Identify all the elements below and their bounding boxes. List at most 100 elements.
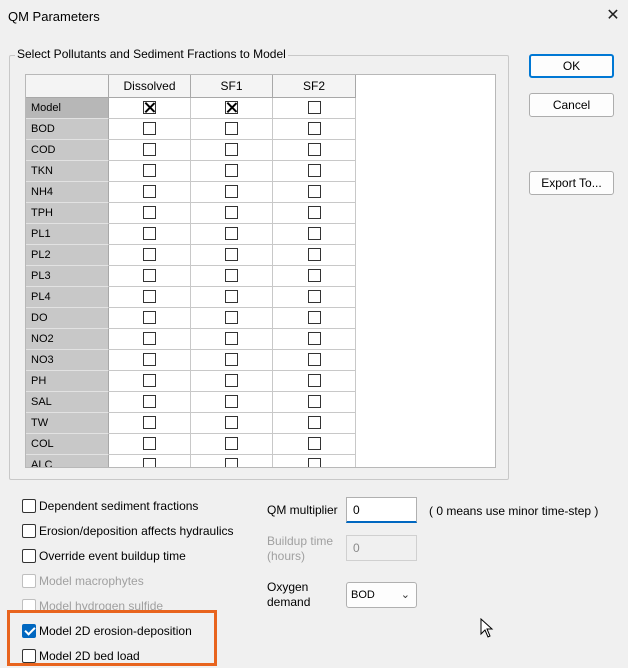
table-row: PH bbox=[26, 371, 495, 392]
grid-checkbox[interactable] bbox=[225, 311, 238, 324]
grid-checkbox[interactable] bbox=[225, 353, 238, 366]
grid-checkbox[interactable] bbox=[308, 143, 321, 156]
grid-checkbox[interactable] bbox=[308, 248, 321, 261]
checkbox-box[interactable] bbox=[22, 549, 36, 563]
checkbox-box[interactable] bbox=[22, 524, 36, 538]
grid-cell bbox=[191, 245, 273, 266]
qm-multiplier-input[interactable]: 0 bbox=[346, 497, 417, 523]
row-header[interactable]: DO bbox=[26, 308, 109, 329]
oxygen-demand-select[interactable]: BOD ⌄ bbox=[346, 582, 417, 608]
export-to-button[interactable]: Export To... bbox=[529, 171, 614, 195]
grid-checkbox[interactable] bbox=[143, 311, 156, 324]
grid-checkbox[interactable] bbox=[225, 227, 238, 240]
grid-checkbox[interactable] bbox=[225, 269, 238, 282]
grid-checkbox[interactable] bbox=[225, 122, 238, 135]
checkbox-box[interactable] bbox=[22, 499, 36, 513]
row-header[interactable]: SAL bbox=[26, 392, 109, 413]
grid-checkbox[interactable] bbox=[308, 185, 321, 198]
grid-checkbox[interactable] bbox=[143, 227, 156, 240]
grid-checkbox[interactable] bbox=[143, 437, 156, 450]
cancel-button[interactable]: Cancel bbox=[529, 93, 614, 117]
grid-checkbox[interactable] bbox=[308, 206, 321, 219]
grid-checkbox[interactable] bbox=[225, 290, 238, 303]
grid-checkbox[interactable] bbox=[308, 416, 321, 429]
buildup-time-input[interactable]: 0 bbox=[346, 535, 417, 561]
grid-checkbox[interactable] bbox=[225, 374, 238, 387]
grid-checkbox[interactable] bbox=[308, 269, 321, 282]
grid-checkbox[interactable] bbox=[225, 458, 238, 467]
grid-checkbox[interactable] bbox=[143, 374, 156, 387]
grid-checkbox[interactable] bbox=[308, 311, 321, 324]
row-header[interactable]: NO3 bbox=[26, 350, 109, 371]
grid-cell bbox=[109, 392, 191, 413]
grid-checkbox[interactable] bbox=[225, 248, 238, 261]
grid-checkbox[interactable] bbox=[143, 143, 156, 156]
option-checkbox[interactable]: Dependent sediment fractions bbox=[22, 497, 252, 515]
grid-cell bbox=[109, 224, 191, 245]
grid-checkbox[interactable] bbox=[225, 143, 238, 156]
grid-checkbox[interactable] bbox=[308, 332, 321, 345]
option-label: Override event buildup time bbox=[39, 549, 186, 563]
row-header[interactable]: PL3 bbox=[26, 266, 109, 287]
close-icon[interactable]: ✕ bbox=[600, 4, 626, 28]
grid-checkbox[interactable] bbox=[308, 395, 321, 408]
row-header[interactable]: TW bbox=[26, 413, 109, 434]
grid-checkbox[interactable] bbox=[308, 374, 321, 387]
row-header[interactable]: PL2 bbox=[26, 245, 109, 266]
row-header[interactable]: TKN bbox=[26, 161, 109, 182]
grid-checkbox[interactable] bbox=[143, 185, 156, 198]
row-header[interactable]: Model bbox=[26, 98, 109, 119]
grid-checkbox[interactable] bbox=[143, 269, 156, 282]
option-checkbox[interactable]: Erosion/deposition affects hydraulics bbox=[22, 522, 252, 540]
grid-cell bbox=[273, 392, 356, 413]
grid-checkbox[interactable] bbox=[143, 206, 156, 219]
grid-checkbox[interactable] bbox=[143, 101, 156, 114]
row-header[interactable]: COL bbox=[26, 434, 109, 455]
grid-cell bbox=[109, 308, 191, 329]
grid-checkbox[interactable] bbox=[308, 227, 321, 240]
checkbox-box[interactable] bbox=[22, 574, 36, 588]
grid-checkbox[interactable] bbox=[308, 290, 321, 303]
grid-checkbox[interactable] bbox=[143, 248, 156, 261]
grid-checkbox[interactable] bbox=[225, 206, 238, 219]
grid-checkbox[interactable] bbox=[308, 458, 321, 467]
ok-button[interactable]: OK bbox=[529, 54, 614, 78]
grid-checkbox[interactable] bbox=[143, 290, 156, 303]
grid-checkbox[interactable] bbox=[308, 164, 321, 177]
grid-checkbox[interactable] bbox=[308, 353, 321, 366]
row-header[interactable]: NO2 bbox=[26, 329, 109, 350]
grid-cell bbox=[191, 413, 273, 434]
grid-checkbox[interactable] bbox=[225, 437, 238, 450]
row-header[interactable]: BOD bbox=[26, 119, 109, 140]
grid-checkbox[interactable] bbox=[143, 395, 156, 408]
option-checkbox[interactable]: Model macrophytes bbox=[22, 572, 252, 590]
grid-checkbox[interactable] bbox=[143, 332, 156, 345]
grid-cell bbox=[273, 371, 356, 392]
row-header[interactable]: PL4 bbox=[26, 287, 109, 308]
grid-checkbox[interactable] bbox=[308, 122, 321, 135]
row-header[interactable]: NH4 bbox=[26, 182, 109, 203]
grid-checkbox[interactable] bbox=[225, 416, 238, 429]
grid-checkbox[interactable] bbox=[143, 458, 156, 467]
grid-checkbox[interactable] bbox=[225, 164, 238, 177]
grid-checkbox[interactable] bbox=[225, 395, 238, 408]
grid-checkbox[interactable] bbox=[143, 122, 156, 135]
row-header[interactable]: ALC bbox=[26, 455, 109, 467]
row-header[interactable]: TPH bbox=[26, 203, 109, 224]
grid-checkbox[interactable] bbox=[143, 416, 156, 429]
grid-checkbox[interactable] bbox=[143, 353, 156, 366]
grid-checkbox[interactable] bbox=[308, 437, 321, 450]
grid-cell bbox=[191, 224, 273, 245]
row-header[interactable]: PH bbox=[26, 371, 109, 392]
option-checkbox[interactable]: Override event buildup time bbox=[22, 547, 252, 565]
grid-checkbox[interactable] bbox=[225, 185, 238, 198]
grid-checkbox[interactable] bbox=[308, 101, 321, 114]
grid-checkbox[interactable] bbox=[143, 164, 156, 177]
window-title: QM Parameters bbox=[8, 9, 100, 24]
grid-checkbox[interactable] bbox=[225, 332, 238, 345]
row-header[interactable]: COD bbox=[26, 140, 109, 161]
table-row: PL3 bbox=[26, 266, 495, 287]
grid-checkbox[interactable] bbox=[225, 101, 238, 114]
row-header[interactable]: PL1 bbox=[26, 224, 109, 245]
table-row: Model bbox=[26, 98, 495, 119]
